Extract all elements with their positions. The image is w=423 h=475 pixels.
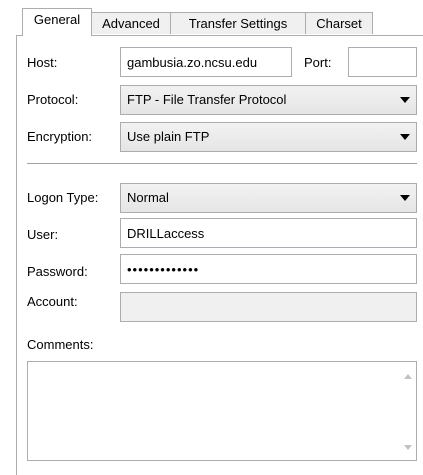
encryption-select[interactable]: Use plain FTP [120,122,417,152]
host-input[interactable] [120,47,292,77]
protocol-label: Protocol: [27,92,79,107]
tab-strip: General Advanced Transfer Settings Chars… [0,8,423,36]
logon-type-label: Logon Type: [27,190,99,205]
account-label: Account: [27,294,78,309]
user-label: User: [27,227,59,242]
scroll-down-arrow-icon[interactable] [404,445,412,450]
scroll-up-arrow-icon[interactable] [404,374,412,379]
user-input[interactable] [120,218,417,248]
comments-label: Comments: [27,337,94,352]
tab-charset[interactable]: Charset [305,12,373,34]
tab-transfer-settings[interactable]: Transfer Settings [170,12,306,34]
password-input[interactable] [120,254,417,284]
chevron-down-icon [400,97,410,103]
account-input [120,292,417,322]
logon-type-select[interactable]: Normal [120,183,417,213]
tab-advanced[interactable]: Advanced [91,12,171,34]
password-label: Password: [27,264,88,279]
chevron-down-icon [400,195,410,201]
encryption-label: Encryption: [27,129,93,144]
section-divider [27,163,417,165]
comments-scrollbar[interactable] [399,362,416,460]
port-input[interactable] [348,47,417,77]
protocol-selected-value: FTP - File Transfer Protocol [127,92,287,107]
protocol-select[interactable]: FTP - File Transfer Protocol [120,85,417,115]
encryption-selected-value: Use plain FTP [127,129,210,144]
host-label: Host: [27,55,58,70]
site-general-page: { "tabs": [ {"label": "General", "active… [0,0,423,475]
tab-general[interactable]: General [22,8,92,36]
port-label: Port: [304,55,332,70]
logon-type-selected-value: Normal [127,190,169,205]
comments-textarea[interactable] [27,361,417,461]
chevron-down-icon [400,134,410,140]
